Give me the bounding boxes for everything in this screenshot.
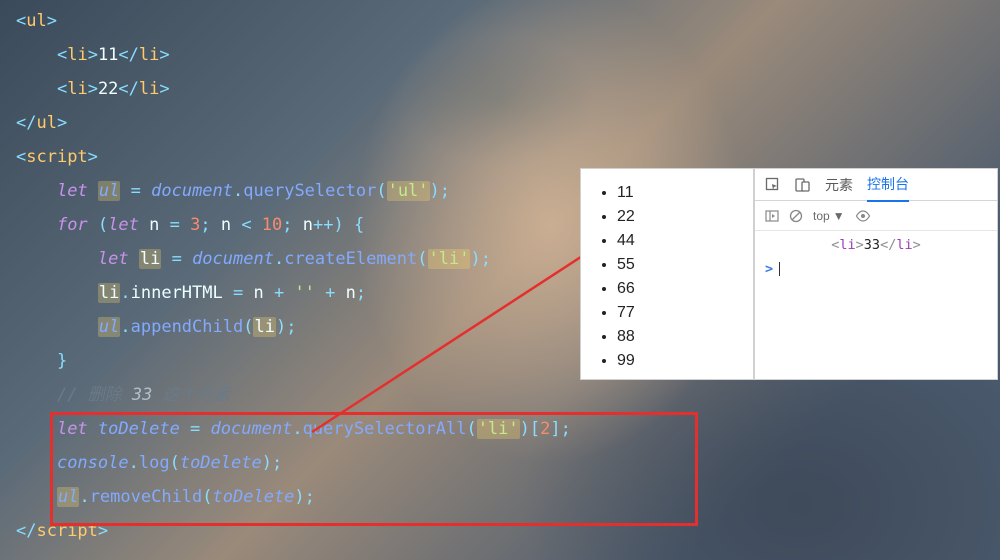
list-item: 55 (617, 253, 743, 277)
list-item: 66 (617, 277, 743, 301)
prompt-chevron-icon: > (765, 261, 773, 277)
console-body: <li>33</li> > (755, 231, 997, 283)
code-line: for (let n = 3; n < 10; n++) { (16, 208, 571, 242)
context-selector[interactable]: top ▼ (813, 209, 845, 223)
console-prompt[interactable]: > (765, 261, 987, 277)
code-line: <li>11</li> (16, 38, 571, 72)
list-item: 77 (617, 301, 743, 325)
eye-icon[interactable] (855, 210, 871, 222)
browser-output: 11 22 44 55 66 77 88 99 (580, 168, 754, 380)
devtools-tabbar: 元素 控制台 (755, 169, 997, 201)
tab-console[interactable]: 控制台 (867, 174, 909, 202)
device-icon[interactable] (795, 177, 811, 193)
code-line: } (16, 344, 571, 378)
clear-icon[interactable] (789, 209, 803, 223)
sidebar-toggle-icon[interactable] (765, 209, 779, 223)
code-line: // 删除 33 这个元素 (16, 378, 571, 412)
code-line: <script> (16, 140, 571, 174)
list-item: 99 (617, 349, 743, 373)
devtools-panel: 元素 控制台 top ▼ <li>33</li> > (754, 168, 998, 380)
code-line: let li = document.createElement('li'); (16, 242, 571, 276)
code-line: let ul = document.querySelector('ul'); (16, 174, 571, 208)
code-line: <li>22</li> (16, 72, 571, 106)
list-item: 11 (617, 181, 743, 205)
highlight-box (50, 412, 698, 526)
tab-elements[interactable]: 元素 (825, 175, 853, 195)
list-item: 44 (617, 229, 743, 253)
devtools-toolbar: top ▼ (755, 201, 997, 231)
code-line: ul.appendChild(li); (16, 310, 571, 344)
list-item: 22 (617, 205, 743, 229)
text-cursor (779, 262, 780, 276)
console-log-line: <li>33</li> (765, 237, 987, 253)
chevron-down-icon: ▼ (833, 209, 845, 223)
code-line: li.innerHTML = n + '' + n; (16, 276, 571, 310)
list-item: 88 (617, 325, 743, 349)
code-line: </ul> (16, 106, 571, 140)
code-line: <ul> (16, 4, 571, 38)
inspect-icon[interactable] (765, 177, 781, 193)
output-list: 11 22 44 55 66 77 88 99 (609, 181, 743, 373)
